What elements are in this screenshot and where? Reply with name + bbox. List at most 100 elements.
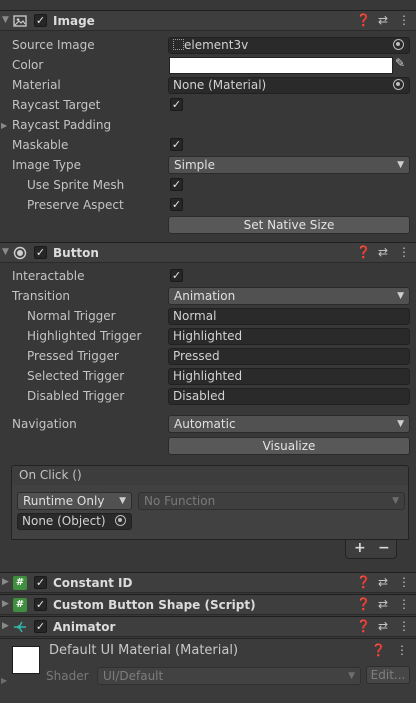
presets-icon[interactable]: ⇄ [377, 575, 389, 589]
disabled-trigger-label: Disabled Trigger [27, 389, 125, 403]
help-icon[interactable]: ❓ [356, 619, 371, 633]
more-menu-icon[interactable]: ⋮ [398, 619, 410, 633]
chevron-down-icon: ▼ [348, 671, 355, 681]
color-swatch[interactable] [169, 57, 393, 74]
button-component-header[interactable]: ▼ ✓ Button ❓ ⇄ ⋮ [0, 242, 416, 263]
normal-trigger-field[interactable]: Normal [168, 308, 410, 325]
chevron-down-icon: ▼ [392, 496, 399, 506]
highlighted-trigger-label: Highlighted Trigger [27, 329, 142, 343]
image-type-label: Image Type [12, 158, 81, 172]
expand-arrow-icon[interactable]: ▶ [1, 676, 7, 685]
component-title: Image [53, 14, 95, 28]
runtime-dropdown[interactable]: Runtime Only ▼ [17, 492, 132, 510]
image-enabled-checkbox[interactable]: ✓ [34, 14, 47, 27]
help-icon[interactable]: ❓ [356, 245, 371, 259]
list-footer: + − [345, 540, 397, 559]
image-component-header[interactable]: ▼ ✓ Image ❓ ⇄ ⋮ [0, 10, 416, 31]
material-name: Default UI Material (Material) [49, 643, 239, 658]
sprite-icon [173, 39, 184, 50]
visualize-button[interactable]: Visualize [168, 437, 410, 455]
remove-event-button[interactable]: − [378, 540, 390, 556]
highlighted-trigger-field[interactable]: Highlighted [168, 328, 410, 345]
button-component-icon [13, 246, 27, 260]
more-menu-icon[interactable]: ⋮ [398, 597, 410, 611]
presets-icon[interactable]: ⇄ [377, 245, 389, 259]
more-menu-icon[interactable]: ⋮ [398, 13, 410, 27]
normal-trigger-label: Normal Trigger [27, 309, 116, 323]
chevron-down-icon: ▼ [397, 419, 404, 429]
color-label: Color [12, 58, 44, 72]
add-event-button[interactable]: + [354, 540, 366, 556]
navigation-dropdown[interactable]: Automatic ▼ [168, 415, 410, 433]
custom-button-shape-enabled-checkbox[interactable]: ✓ [34, 598, 47, 611]
fold-arrow-icon[interactable]: ▼ [2, 15, 9, 25]
shader-dropdown[interactable]: UI/Default ▼ [97, 667, 361, 685]
raycast-target-checkbox[interactable]: ✓ [170, 98, 183, 111]
object-picker-icon[interactable] [115, 515, 126, 526]
source-image-label: Source Image [12, 38, 95, 52]
source-image-field[interactable]: element3v [168, 37, 410, 54]
help-icon[interactable]: ❓ [356, 597, 371, 611]
eyedropper-icon[interactable]: ✎ [395, 56, 405, 70]
chevron-down-icon: ▼ [397, 291, 404, 301]
material-field[interactable]: None (Material) [168, 77, 410, 94]
custom-button-shape-header[interactable]: ▶ # ✓ Custom Button Shape (Script) ❓ ⇄ ⋮ [0, 594, 416, 615]
onclick-title: On Click () [19, 468, 82, 482]
shader-label: Shader [46, 669, 89, 683]
maskable-checkbox[interactable]: ✓ [170, 138, 183, 151]
interactable-checkbox[interactable]: ✓ [170, 269, 183, 282]
expand-arrow-icon[interactable]: ▶ [1, 121, 7, 130]
material-preview [12, 646, 40, 674]
help-icon[interactable]: ❓ [356, 575, 371, 589]
preserve-aspect-checkbox[interactable]: ✓ [170, 198, 183, 211]
maskable-label: Maskable [12, 138, 69, 152]
presets-icon[interactable]: ⇄ [377, 619, 389, 633]
fold-arrow-icon[interactable]: ▼ [2, 247, 9, 257]
interactable-label: Interactable [12, 269, 85, 283]
button-enabled-checkbox[interactable]: ✓ [34, 246, 47, 259]
function-dropdown[interactable]: No Function ▼ [138, 492, 405, 510]
pressed-trigger-field[interactable]: Pressed [168, 348, 410, 365]
raycast-padding-label[interactable]: Raycast Padding [12, 118, 111, 132]
help-icon[interactable]: ❓ [371, 643, 386, 657]
constant-id-enabled-checkbox[interactable]: ✓ [34, 576, 47, 589]
more-menu-icon[interactable]: ⋮ [398, 575, 410, 589]
edit-shader-button[interactable]: Edit... [366, 666, 410, 684]
expand-arrow-icon[interactable]: ▶ [2, 577, 9, 587]
help-icon[interactable]: ❓ [356, 13, 371, 27]
onclick-header: On Click () [11, 465, 409, 486]
preserve-aspect-label: Preserve Aspect [27, 198, 124, 212]
object-picker-icon[interactable] [393, 79, 404, 90]
transition-dropdown[interactable]: Animation ▼ [168, 287, 410, 305]
selected-trigger-field[interactable]: Highlighted [168, 368, 410, 385]
animator-icon [14, 621, 26, 633]
selected-trigger-label: Selected Trigger [27, 369, 125, 383]
disabled-trigger-field[interactable]: Disabled [168, 388, 410, 405]
animator-header[interactable]: ▶ ✓ Animator ❓ ⇄ ⋮ [0, 616, 416, 637]
presets-icon[interactable]: ⇄ [377, 597, 389, 611]
target-object-field[interactable]: None (Object) [17, 513, 132, 530]
expand-arrow-icon[interactable]: ▶ [2, 621, 9, 631]
transition-label: Transition [12, 289, 71, 303]
use-sprite-mesh-checkbox[interactable]: ✓ [170, 178, 183, 191]
pressed-trigger-label: Pressed Trigger [27, 349, 119, 363]
use-sprite-mesh-label: Use Sprite Mesh [27, 178, 125, 192]
component-title: Button [53, 246, 99, 260]
more-menu-icon[interactable]: ⋮ [398, 245, 410, 259]
script-icon: # [13, 576, 27, 590]
constant-id-header[interactable]: ▶ # ✓ Constant ID ❓ ⇄ ⋮ [0, 572, 416, 593]
presets-icon[interactable]: ⇄ [377, 13, 389, 27]
image-type-dropdown[interactable]: Simple ▼ [168, 156, 410, 174]
expand-arrow-icon[interactable]: ▶ [2, 599, 9, 609]
chevron-down-icon: ▼ [119, 496, 126, 506]
animator-enabled-checkbox[interactable]: ✓ [34, 620, 47, 633]
script-icon: # [13, 598, 27, 612]
more-menu-icon[interactable]: ⋮ [396, 643, 408, 657]
image-component-icon [13, 15, 27, 27]
component-title: Constant ID [53, 576, 133, 590]
raycast-target-label: Raycast Target [12, 98, 101, 112]
material-label: Material [12, 78, 61, 92]
object-picker-icon[interactable] [393, 39, 404, 50]
set-native-size-button[interactable]: Set Native Size [168, 216, 410, 234]
component-title: Animator [53, 620, 116, 634]
